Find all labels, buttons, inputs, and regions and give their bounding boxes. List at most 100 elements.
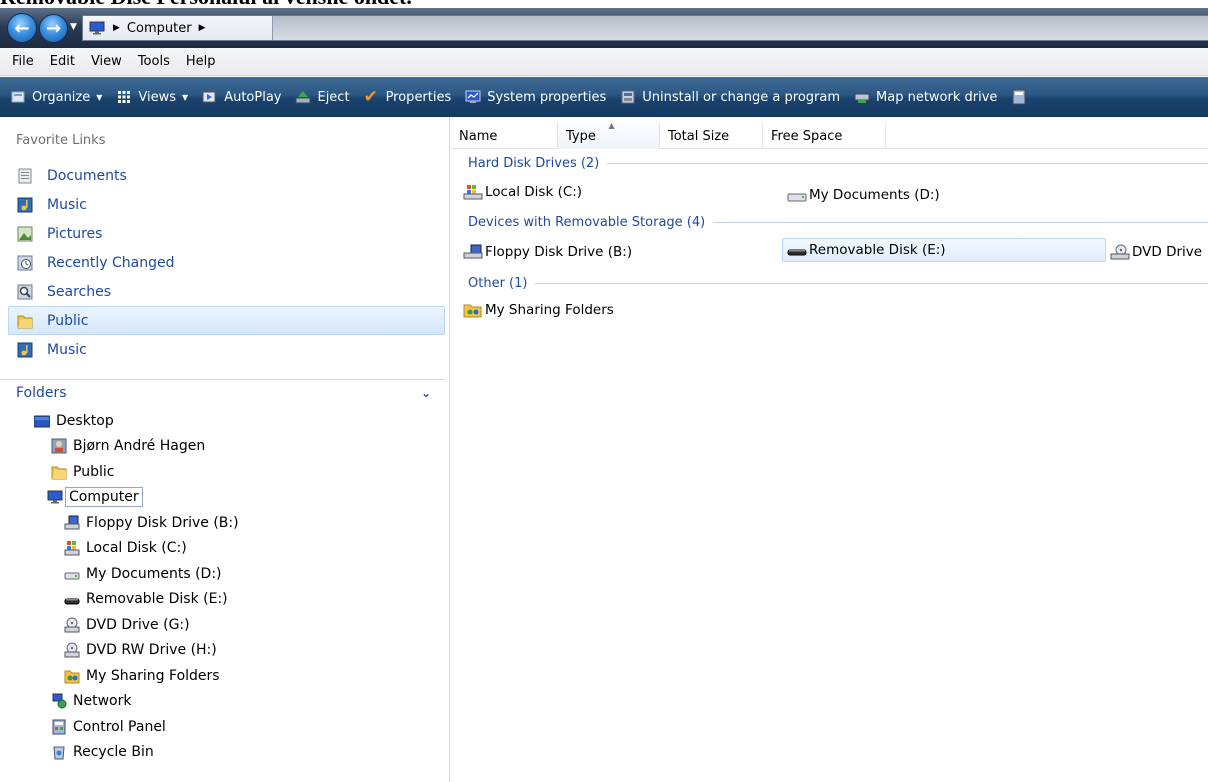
dvd-drive-icon <box>64 617 80 633</box>
local-disk-icon <box>463 185 483 200</box>
dvd-drive-icon <box>64 642 80 658</box>
column-free-space[interactable]: Free Space <box>763 123 886 149</box>
item-dvd-drive[interactable]: DVD Drive <box>1110 240 1202 264</box>
favorite-links-header: Favorite Links <box>16 133 106 148</box>
properties-button[interactable]: ✔ Properties <box>363 87 452 107</box>
chevron-down-icon: ▼ <box>182 92 189 102</box>
organize-button[interactable]: Organize ▼ <box>10 89 102 105</box>
chevron-right-icon: ▶ <box>113 23 120 33</box>
organize-icon <box>11 91 25 103</box>
tree-item-dvd-g[interactable]: DVD Drive (G:) <box>0 612 445 638</box>
floppy-drive-icon <box>64 515 80 530</box>
sort-ascending-icon: ▲ <box>608 121 615 130</box>
chevron-right-icon: ▶ <box>198 23 206 33</box>
column-total-size[interactable]: Total Size <box>660 123 763 149</box>
recent-pages-chevron-down-icon[interactable]: ▼ <box>70 22 77 32</box>
tree-item-control-panel[interactable]: Control Panel <box>0 714 445 740</box>
page-caption: Removable Disc Personalul al venshe onde… <box>0 0 1208 8</box>
folder-tree: Desktop Bjørn André Hagen Public Compute… <box>0 408 445 765</box>
favorite-music[interactable]: Music <box>8 190 445 219</box>
menu-bar: File Edit View Tools Help <box>0 48 1208 76</box>
group-header-other[interactable]: Other (1) <box>468 274 1208 292</box>
group-header-hard-disk-drives[interactable]: Hard Disk Drives (2) <box>468 154 1208 172</box>
tree-item-network[interactable]: Network <box>0 689 445 715</box>
forward-button[interactable]: → <box>39 14 68 43</box>
tree-item-removable-disk-e[interactable]: Removable Disk (E:) <box>0 587 445 613</box>
public-folder-icon <box>17 315 33 328</box>
address-bar-fill <box>272 16 1208 40</box>
user-folder-icon <box>51 438 67 454</box>
folders-header[interactable]: Folders ⌄ <box>0 379 445 405</box>
breadcrumb[interactable]: Computer ▶ <box>127 21 213 36</box>
back-button[interactable]: ← <box>7 13 37 43</box>
favorite-documents[interactable]: Documents <box>8 161 445 190</box>
uninstall-icon <box>621 90 635 104</box>
favorite-pictures[interactable]: Pictures <box>8 219 445 248</box>
menu-file[interactable]: File <box>6 54 40 69</box>
tree-item-local-disk-c[interactable]: Local Disk (C:) <box>0 536 445 562</box>
favorite-recently-changed[interactable]: Recently Changed <box>8 248 445 277</box>
computer-icon <box>47 490 63 504</box>
eject-icon <box>295 91 311 104</box>
documents-icon <box>18 168 32 183</box>
column-headers: Name Type ▲ Total Size Free Space <box>451 121 1208 149</box>
tree-item-public[interactable]: Public <box>0 459 445 485</box>
hard-drive-icon <box>787 193 807 202</box>
recycle-bin-icon <box>53 746 65 760</box>
menu-tools[interactable]: Tools <box>132 54 176 69</box>
control-panel-icon <box>1012 89 1026 105</box>
system-properties-button[interactable]: System properties <box>465 89 606 105</box>
tree-item-my-documents-d[interactable]: My Documents (D:) <box>0 561 445 587</box>
eject-button[interactable]: Eject <box>295 89 350 105</box>
removable-disk-icon <box>787 249 807 256</box>
tree-item-desktop[interactable]: Desktop <box>0 408 445 434</box>
breadcrumb-root-chevron[interactable]: ▶ <box>111 23 127 33</box>
recently-changed-icon <box>17 255 33 270</box>
chevron-down-icon[interactable]: ⌄ <box>421 386 431 400</box>
local-disk-icon <box>64 541 80 556</box>
favorite-links-list: Documents Music Pictures Recently Change… <box>8 161 445 364</box>
map-network-drive-button[interactable]: Map network drive <box>854 89 997 105</box>
item-local-disk-c[interactable]: Local Disk (C:) <box>463 180 582 204</box>
item-my-sharing-folders[interactable]: My Sharing Folders <box>463 298 614 322</box>
address-bar: ← → ▼ ▶ Computer ▶ <box>0 8 1208 48</box>
sharing-folders-icon <box>463 304 482 318</box>
column-type[interactable]: Type ▲ <box>558 121 660 149</box>
menu-edit[interactable]: Edit <box>44 54 81 69</box>
item-removable-disk-e[interactable]: Removable Disk (E:) <box>782 238 1106 262</box>
content-pane: Name Type ▲ Total Size Free Space Hard D… <box>451 117 1208 782</box>
pictures-icon <box>17 226 33 241</box>
forward-arrow-icon: → <box>45 18 62 39</box>
computer-icon <box>89 21 105 35</box>
sharing-folders-icon <box>64 670 80 684</box>
menu-help[interactable]: Help <box>180 54 222 69</box>
tree-item-floppy-b[interactable]: Floppy Disk Drive (B:) <box>0 510 445 536</box>
favorite-music-2[interactable]: Music <box>8 335 445 364</box>
more-commands-button[interactable] <box>1011 89 1033 105</box>
back-arrow-icon: ← <box>14 17 30 39</box>
favorite-searches[interactable]: Searches <box>8 277 445 306</box>
command-bar: Organize ▼ Views ▼ AutoPlay Eject ✔ Proper… <box>0 77 1208 117</box>
views-button[interactable]: Views ▼ <box>116 89 188 105</box>
properties-check-icon: ✔ <box>363 87 378 107</box>
breadcrumb-computer[interactable]: Computer <box>127 21 192 36</box>
music-icon <box>17 342 33 357</box>
tree-item-computer[interactable]: Computer <box>0 485 445 511</box>
tree-item-user-folder[interactable]: Bjørn André Hagen <box>0 434 445 460</box>
item-floppy-disk-b[interactable]: Floppy Disk Drive (B:) <box>463 240 632 264</box>
item-my-documents-d[interactable]: My Documents (D:) <box>787 183 940 207</box>
tree-item-dvd-rw-h[interactable]: DVD RW Drive (H:) <box>0 638 445 664</box>
group-header-removable-storage[interactable]: Devices with Removable Storage (4) <box>468 213 1208 231</box>
address-input[interactable]: ▶ Computer ▶ <box>82 15 1208 41</box>
column-name[interactable]: Name <box>451 123 558 149</box>
network-icon <box>52 693 67 709</box>
favorite-public[interactable]: Public <box>8 306 445 335</box>
tree-item-my-sharing-folders[interactable]: My Sharing Folders <box>0 663 445 689</box>
removable-disk-icon <box>64 598 80 605</box>
views-icon <box>118 91 131 103</box>
uninstall-program-button[interactable]: Uninstall or change a program <box>620 89 840 105</box>
autoplay-button[interactable]: AutoPlay <box>202 89 281 105</box>
menu-view[interactable]: View <box>85 54 128 69</box>
music-icon <box>17 197 33 212</box>
tree-item-recycle-bin[interactable]: Recycle Bin <box>0 740 445 766</box>
